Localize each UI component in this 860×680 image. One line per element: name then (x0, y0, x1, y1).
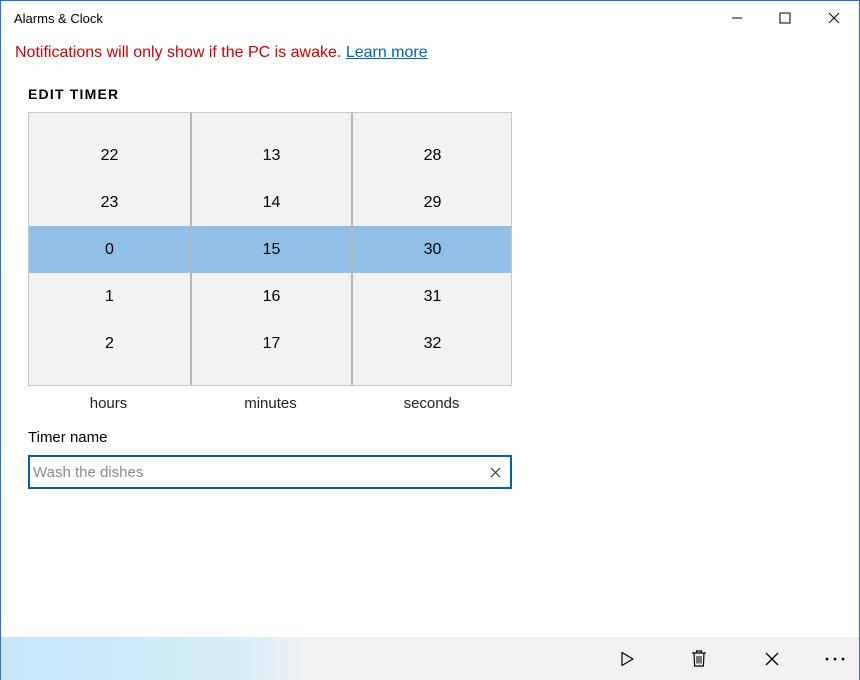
time-picker[interactable]: 22 23 0 1 2 13 14 15 16 17 28 29 30 31 3… (28, 112, 512, 386)
more-options-button[interactable] (813, 637, 857, 680)
delete-timer-button[interactable] (677, 637, 721, 680)
minutes-value[interactable]: 16 (192, 273, 351, 320)
hours-value[interactable]: 1 (29, 273, 190, 320)
hours-value[interactable]: 2 (29, 320, 190, 367)
maximize-icon (779, 12, 791, 24)
close-icon (765, 652, 779, 665)
maximize-button[interactable] (761, 1, 809, 35)
timer-name-input[interactable] (30, 457, 470, 487)
learn-more-link[interactable]: Learn more (346, 44, 428, 61)
start-timer-button[interactable] (605, 637, 649, 680)
more-icon (825, 657, 845, 660)
app-window: Alarms & Clock Notifications will only s… (0, 0, 860, 680)
play-icon (621, 651, 634, 666)
minutes-column[interactable]: 13 14 15 16 17 (190, 113, 351, 385)
minutes-value[interactable]: 13 (192, 132, 351, 179)
hours-label: hours (89, 395, 128, 412)
minutes-selected-value[interactable]: 15 (192, 226, 351, 273)
cancel-button[interactable] (750, 637, 794, 680)
timer-name-label: Timer name (28, 429, 108, 446)
notification-banner: Notifications will only show if the PC i… (15, 44, 428, 62)
page-title: EDIT TIMER (28, 86, 120, 102)
hours-value[interactable]: 22 (29, 132, 190, 179)
close-window-button[interactable] (810, 1, 858, 35)
title-bar[interactable]: Alarms & Clock (1, 1, 859, 37)
seconds-selected-value[interactable]: 30 (353, 226, 512, 273)
seconds-value[interactable]: 31 (353, 273, 512, 320)
close-icon (828, 12, 840, 24)
minutes-value[interactable]: 14 (192, 179, 351, 226)
hours-column[interactable]: 22 23 0 1 2 (29, 113, 190, 385)
seconds-label: seconds (403, 395, 460, 412)
app-title: Alarms & Clock (14, 11, 103, 26)
minutes-value[interactable]: 17 (192, 320, 351, 367)
hours-value[interactable]: 23 (29, 179, 190, 226)
minimize-button[interactable] (713, 1, 761, 35)
seconds-value[interactable]: 29 (353, 179, 512, 226)
clear-icon (490, 467, 500, 477)
seconds-column[interactable]: 28 29 30 31 32 (351, 113, 512, 385)
clear-text-button[interactable] (486, 463, 504, 481)
command-bar (1, 637, 859, 680)
minutes-label: minutes (244, 395, 297, 412)
seconds-value[interactable]: 32 (353, 320, 512, 367)
hours-selected-value[interactable]: 0 (29, 226, 190, 273)
notification-text: Notifications will only show if the PC i… (15, 44, 342, 61)
minimize-icon (732, 17, 742, 19)
timer-name-field[interactable] (28, 455, 512, 489)
trash-icon (692, 650, 706, 667)
seconds-value[interactable]: 28 (353, 132, 512, 179)
